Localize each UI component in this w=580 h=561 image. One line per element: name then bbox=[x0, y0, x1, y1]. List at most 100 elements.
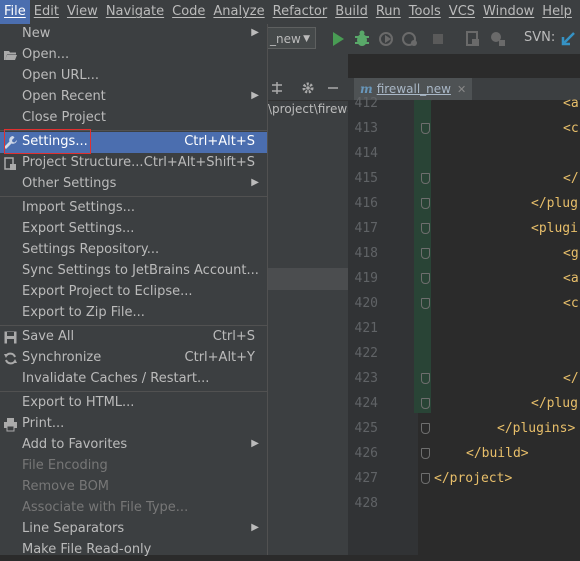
menu-view[interactable]: View bbox=[63, 0, 102, 24]
menu-item-shortcut: Ctrl+Alt+Shift+S bbox=[143, 155, 255, 170]
menu-run[interactable]: Run bbox=[372, 0, 405, 24]
profile-icon[interactable] bbox=[400, 29, 420, 49]
menu-item-sync-settings[interactable]: Sync Settings to JetBrains Account... bbox=[0, 261, 267, 282]
line-number: 427 bbox=[354, 471, 378, 486]
fold-marker[interactable] bbox=[421, 248, 430, 259]
menu-item-label: Open... bbox=[22, 47, 70, 62]
code-line: </build> bbox=[466, 446, 529, 461]
fold-marker[interactable] bbox=[421, 423, 430, 434]
menu-item-new[interactable]: New ▶ bbox=[0, 24, 267, 45]
hide-panel-icon[interactable] bbox=[326, 81, 340, 95]
menu-window[interactable]: Window bbox=[479, 0, 538, 24]
line-number: 424 bbox=[354, 396, 378, 411]
sdk-manager-icon[interactable] bbox=[488, 29, 508, 49]
fold-marker[interactable] bbox=[421, 123, 430, 134]
chevron-down-icon: ▼ bbox=[303, 34, 310, 44]
menu-item-label: Open URL... bbox=[22, 68, 100, 83]
project-path[interactable]: \project\firewa bbox=[268, 102, 348, 122]
menu-item-remove-bom: Remove BOM bbox=[0, 477, 267, 498]
menu-item-other-settings[interactable]: Other Settings ▶ bbox=[0, 174, 267, 195]
fold-marker[interactable] bbox=[421, 273, 430, 284]
menu-item-export-zip[interactable]: Export to Zip File... bbox=[0, 303, 267, 324]
menu-edit[interactable]: Edit bbox=[30, 0, 63, 24]
menu-tools[interactable]: Tools bbox=[405, 0, 445, 24]
menu-item-open-recent[interactable]: Open Recent ▶ bbox=[0, 87, 267, 108]
folder-open-icon bbox=[4, 51, 17, 60]
menu-vcs[interactable]: VCS bbox=[445, 0, 479, 24]
fold-marker[interactable] bbox=[421, 448, 430, 459]
line-number: 414 bbox=[354, 146, 378, 161]
menu-item-line-separators[interactable]: Line Separators ▶ bbox=[0, 519, 267, 540]
code-line: </project> bbox=[434, 471, 513, 486]
menu-item-close-project[interactable]: Close Project bbox=[0, 108, 267, 129]
menu-item-label: Synchronize bbox=[22, 350, 102, 365]
menu-item-label: Export Project to Eclipse... bbox=[22, 284, 193, 299]
menu-item-label: Project Structure... bbox=[22, 155, 144, 170]
menu-item-project-structure[interactable]: Project Structure... Ctrl+Alt+Shift+S bbox=[0, 153, 267, 174]
fold-marker[interactable] bbox=[421, 398, 430, 409]
menu-item-invalidate-caches[interactable]: Invalidate Caches / Restart... bbox=[0, 369, 267, 390]
menu-item-make-read-only[interactable]: Make File Read-only bbox=[0, 540, 267, 561]
collapse-all-icon[interactable] bbox=[270, 81, 284, 95]
line-number: 412 bbox=[354, 96, 378, 111]
fold-marker[interactable] bbox=[421, 173, 430, 184]
line-number: 417 bbox=[354, 221, 378, 236]
stop-icon[interactable] bbox=[428, 29, 448, 49]
debug-icon[interactable] bbox=[352, 29, 372, 49]
project-structure-icon[interactable] bbox=[463, 29, 483, 49]
project-structure-icon bbox=[4, 157, 16, 170]
submenu-arrow-icon: ▶ bbox=[251, 522, 259, 533]
menu-item-settings-repository[interactable]: Settings Repository... bbox=[0, 240, 267, 261]
menu-item-import-settings[interactable]: Import Settings... bbox=[0, 198, 267, 219]
code-line: </plugins> bbox=[497, 421, 576, 436]
line-number: 428 bbox=[354, 496, 378, 511]
menu-item-label: Settings Repository... bbox=[22, 242, 160, 257]
menu-item-label: Import Settings... bbox=[22, 200, 135, 215]
menu-item-save-all[interactable]: Save All Ctrl+S bbox=[0, 327, 267, 348]
code-line: <a bbox=[563, 271, 579, 286]
fold-marker[interactable] bbox=[421, 223, 430, 234]
menu-item-export-settings[interactable]: Export Settings... bbox=[0, 219, 267, 240]
menu-separator bbox=[0, 391, 267, 392]
run-icon[interactable] bbox=[328, 29, 348, 49]
menu-file[interactable]: File bbox=[0, 0, 30, 24]
line-number: 422 bbox=[354, 346, 378, 361]
menu-item-export-html[interactable]: Export to HTML... bbox=[0, 393, 267, 414]
menu-item-synchronize[interactable]: Synchronize Ctrl+Alt+Y bbox=[0, 348, 267, 369]
editor-tab-bar: m firewall_new ✕ bbox=[348, 78, 580, 101]
run-configuration-selector[interactable]: _new ▼ bbox=[268, 27, 316, 49]
fold-marker[interactable] bbox=[421, 373, 430, 384]
menu-item-file-encoding: File Encoding bbox=[0, 456, 267, 477]
menu-help[interactable]: Help bbox=[538, 0, 576, 24]
gear-icon[interactable] bbox=[301, 81, 315, 95]
fold-marker[interactable] bbox=[421, 473, 430, 484]
line-number: 423 bbox=[354, 371, 378, 386]
menu-item-add-to-favorites[interactable]: Add to Favorites ▶ bbox=[0, 435, 267, 456]
svn-update-icon[interactable] bbox=[558, 29, 578, 49]
menu-navigate[interactable]: Navigate bbox=[102, 0, 168, 24]
close-icon[interactable]: ✕ bbox=[457, 83, 466, 96]
fold-marker[interactable] bbox=[421, 298, 430, 309]
line-number: 416 bbox=[354, 196, 378, 211]
menu-item-label: Invalidate Caches / Restart... bbox=[22, 371, 210, 386]
menu-item-open[interactable]: Open... bbox=[0, 45, 267, 66]
code-line: <g bbox=[563, 246, 579, 261]
code-editor[interactable] bbox=[432, 100, 580, 555]
menu-item-print[interactable]: Print... bbox=[0, 414, 267, 435]
menu-code[interactable]: Code bbox=[168, 0, 209, 24]
menu-separator bbox=[0, 196, 267, 197]
project-tree-selected-row[interactable] bbox=[268, 268, 348, 290]
refresh-icon bbox=[4, 352, 17, 365]
fold-marker[interactable] bbox=[421, 198, 430, 209]
file-menu-dropdown: New ▶ Open... Open URL... Open Recent ▶ … bbox=[0, 24, 268, 557]
settings-highlight-box bbox=[4, 129, 91, 154]
menu-item-export-eclipse[interactable]: Export Project to Eclipse... bbox=[0, 282, 267, 303]
menu-build[interactable]: Build bbox=[331, 0, 372, 24]
line-number: 418 bbox=[354, 246, 378, 261]
code-line: <c bbox=[563, 296, 579, 311]
menu-item-open-url[interactable]: Open URL... bbox=[0, 66, 267, 87]
run-configuration-name: _new bbox=[270, 32, 301, 46]
menu-refactor[interactable]: Refactor bbox=[269, 0, 332, 24]
menu-analyze[interactable]: Analyze bbox=[209, 0, 268, 24]
run-with-coverage-icon[interactable] bbox=[376, 29, 396, 49]
